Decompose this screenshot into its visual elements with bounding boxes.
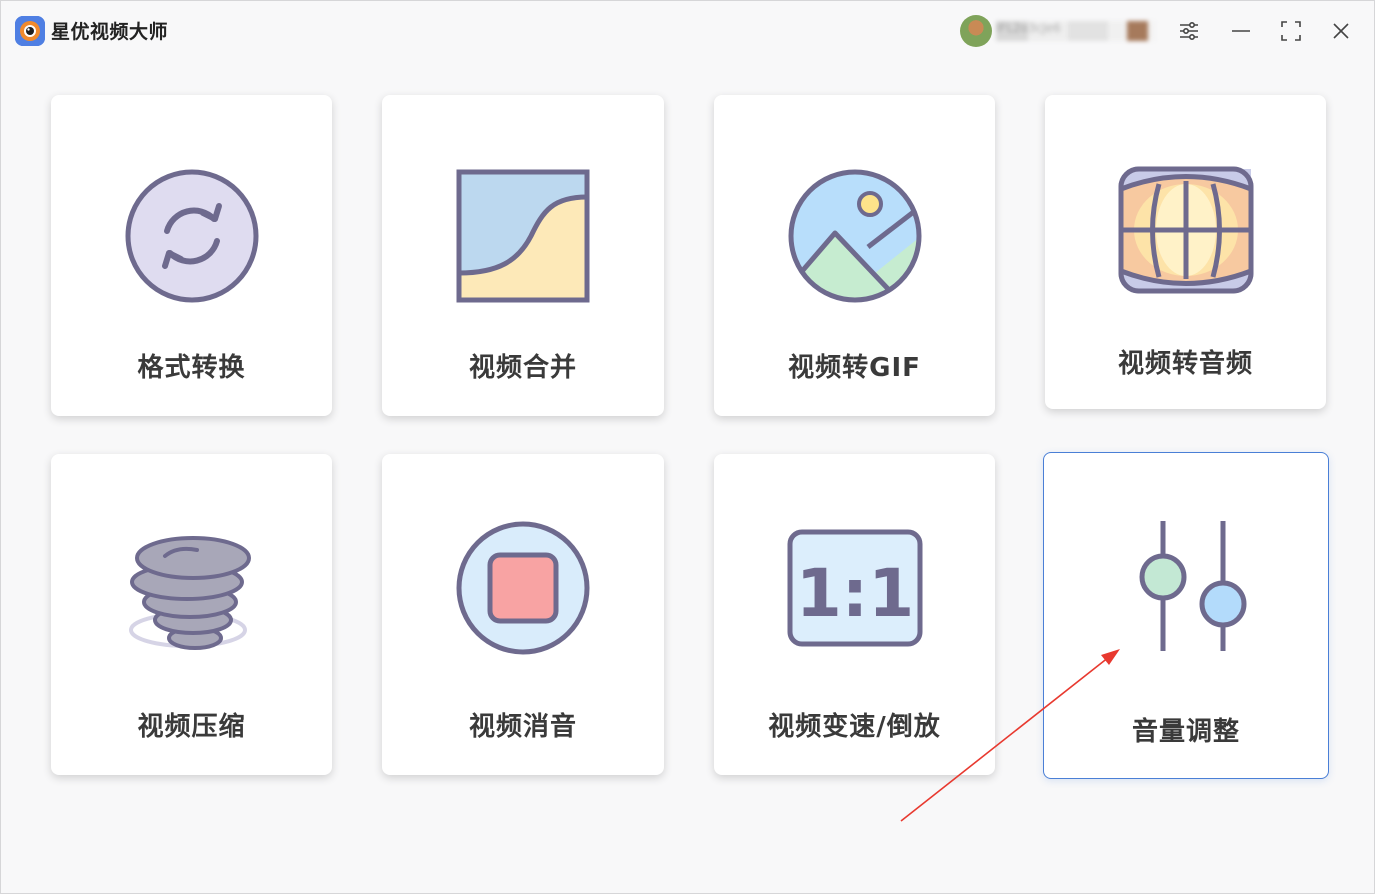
landscape-image-icon — [780, 161, 930, 311]
tornado-icon — [117, 520, 267, 670]
tool-card-video-speed-reverse[interactable]: 1:1 视频变速/倒放 — [714, 454, 995, 775]
tool-label: 音量调整 — [1131, 717, 1240, 747]
tool-card-video-compress[interactable]: 视频压缩 — [51, 454, 332, 775]
merge-curve-icon — [448, 161, 598, 311]
tool-label: 视频转GIF — [788, 353, 921, 383]
tool-label: 格式转换 — [137, 353, 246, 383]
ratio-text: 1:1 — [795, 555, 913, 632]
tool-label: 视频合并 — [468, 353, 577, 383]
tool-grid: 格式转换 视频合并 视频转GIF 视频转音频 视频压缩 视频消音 1:1 视频变… — [1, 1, 1374, 893]
refresh-arrows-icon — [117, 161, 267, 311]
tool-card-video-to-gif[interactable]: 视频转GIF — [714, 95, 995, 416]
tool-label: 视频压缩 — [137, 712, 246, 742]
volume-sliders-icon — [1111, 519, 1261, 669]
app-window: 星优视频大师 IFL2o3cJe6 格式转换 视频合并 视频转GIF 视频转音频… — [0, 0, 1375, 894]
ratio-1-1-icon: 1:1 — [780, 520, 930, 670]
tool-card-format-convert[interactable]: 格式转换 — [51, 95, 332, 416]
audio-globe-icon — [1111, 159, 1261, 309]
tool-card-video-merge[interactable]: 视频合并 — [382, 95, 664, 416]
tool-card-video-mute[interactable]: 视频消音 — [382, 454, 664, 775]
tool-label: 视频消音 — [468, 712, 577, 742]
tool-label: 视频转音频 — [1117, 349, 1253, 379]
tool-card-video-to-audio[interactable]: 视频转音频 — [1045, 95, 1326, 409]
stop-square-icon — [448, 520, 598, 670]
tool-card-volume-adjust[interactable]: 音量调整 — [1043, 452, 1329, 779]
tool-label: 视频变速/倒放 — [768, 712, 941, 742]
